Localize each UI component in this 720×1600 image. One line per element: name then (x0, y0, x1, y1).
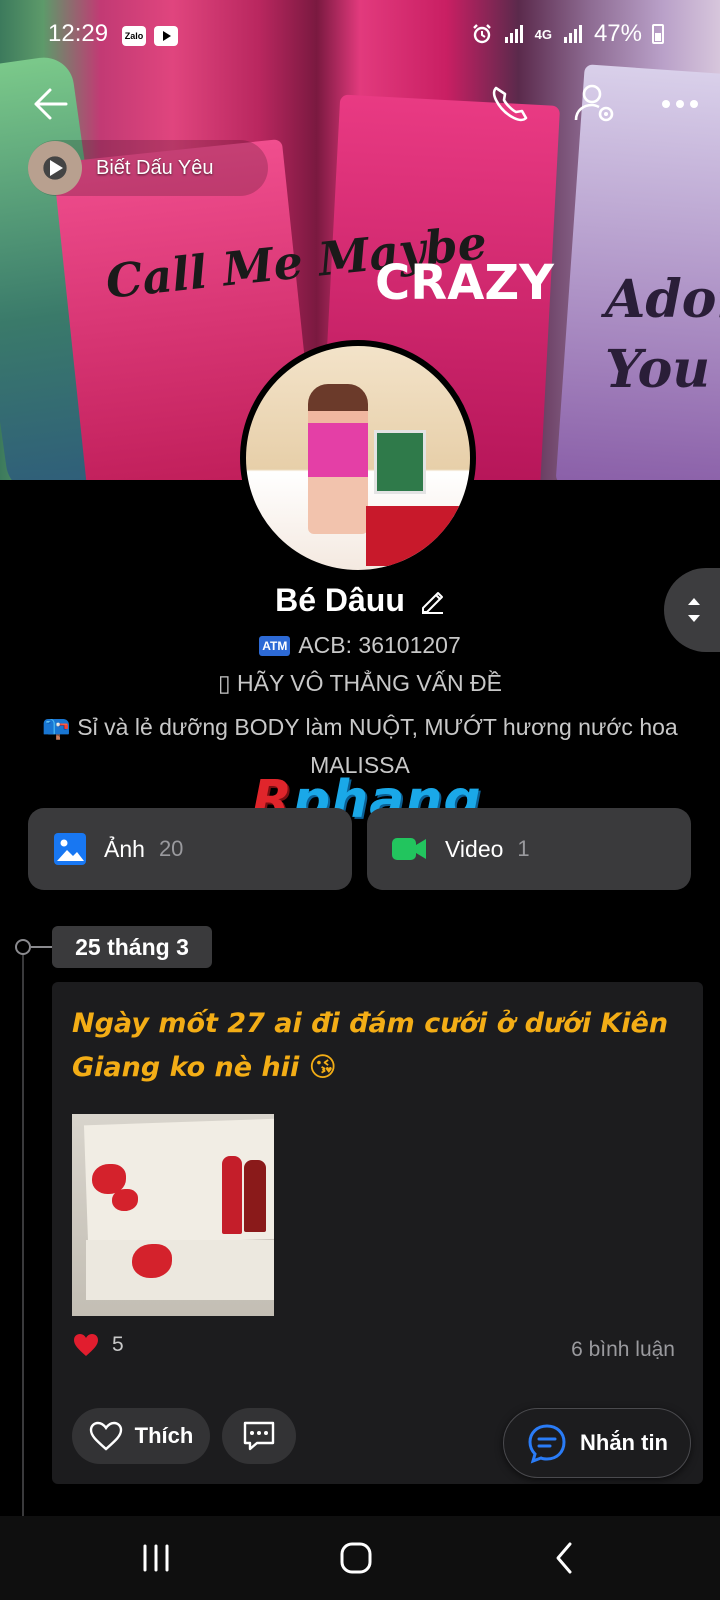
avatar[interactable] (240, 340, 476, 576)
battery-icon (652, 24, 664, 44)
cover-text-middle: CRAZY (375, 255, 554, 311)
nav-back-icon[interactable] (546, 1540, 582, 1576)
post-image[interactable] (72, 1114, 274, 1316)
reaction-summary[interactable]: 5 (72, 1332, 124, 1358)
post-text: Ngày mốt 27 ai đi đám cưới ở dưới Kiên G… (72, 1008, 669, 1083)
photo-gallery-icon (54, 833, 86, 865)
video-camera-icon (392, 838, 426, 860)
bio-line-2: ▯ HÃY VÔ THẲNG VẤN ĐỀ (217, 670, 503, 696)
flower-decor (132, 1244, 172, 1278)
comment-bubble-icon (243, 1421, 275, 1451)
bio-bank-account: ACB: 36101207 (298, 632, 461, 658)
chat-icon (528, 1424, 566, 1464)
timeline-connector (31, 946, 53, 948)
like-button[interactable]: Thích (72, 1408, 210, 1464)
alarm-icon (472, 24, 491, 44)
reaction-count: 5 (112, 1333, 124, 1356)
status-app-icons: Zalo (122, 26, 178, 46)
music-disc (28, 141, 82, 195)
like-label: Thích (134, 1423, 194, 1448)
comments-count[interactable]: 6 bình luận (571, 1338, 675, 1362)
videos-label: Video (445, 835, 504, 862)
avatar-decor-box (374, 430, 426, 494)
back-arrow-icon[interactable] (28, 82, 72, 126)
timeline-date: 25 tháng 3 (52, 926, 212, 968)
signal-icon (504, 25, 523, 43)
cover-text-right: Adore You (605, 269, 720, 400)
photos-button[interactable]: Ảnh 20 (28, 808, 352, 890)
recent-apps-icon[interactable] (138, 1540, 174, 1576)
profile-settings-icon[interactable] (572, 80, 620, 128)
music-title: Biết Dấu Yêu (96, 156, 214, 179)
status-time: 12:29 (48, 20, 109, 47)
message-button[interactable]: Nhắn tin (503, 1408, 691, 1478)
youtube-icon (154, 26, 178, 46)
edit-name-icon[interactable] (419, 588, 445, 614)
flower-decor (112, 1189, 138, 1211)
more-options-icon[interactable] (656, 84, 704, 124)
videos-button[interactable]: Video 1 (367, 808, 691, 890)
status-right: 4G 47% (471, 20, 664, 48)
avatar-person (308, 384, 368, 534)
atm-emoji-icon: ATM (259, 636, 291, 656)
status-bar: 12:29 Zalo 4G 47% (0, 14, 720, 58)
battery-percent: 47% (593, 20, 642, 47)
comment-button[interactable] (222, 1408, 296, 1464)
heart-outline-icon (89, 1421, 122, 1451)
profile-name: Bé Dâuu (275, 582, 405, 618)
couple-figure-bride (222, 1156, 242, 1234)
signal-icon-2 (563, 25, 582, 43)
timeline-line (22, 946, 24, 1516)
videos-count: 1 (517, 836, 530, 861)
timeline-dot (15, 939, 31, 955)
profile-name-row: Bé Dâuu (0, 582, 720, 619)
couple-figure-groom (244, 1160, 266, 1232)
heart-reaction-icon (74, 1334, 98, 1356)
invitation-card-lower (86, 1240, 274, 1300)
message-label: Nhắn tin (580, 1430, 668, 1455)
network-label: 4G (534, 26, 552, 42)
zalo-icon: Zalo (122, 26, 146, 46)
bio-line-1: ATM ACB: 36101207 (40, 632, 680, 659)
photos-label: Ảnh (104, 835, 145, 862)
system-nav-bar (0, 1516, 720, 1600)
play-icon (50, 160, 63, 176)
phone-call-icon[interactable] (486, 80, 534, 128)
photos-count: 20 (158, 836, 184, 861)
home-icon[interactable] (338, 1540, 374, 1576)
avatar-decor-table (366, 506, 470, 566)
profile-music-chip[interactable]: Biết Dấu Yêu (28, 140, 268, 196)
